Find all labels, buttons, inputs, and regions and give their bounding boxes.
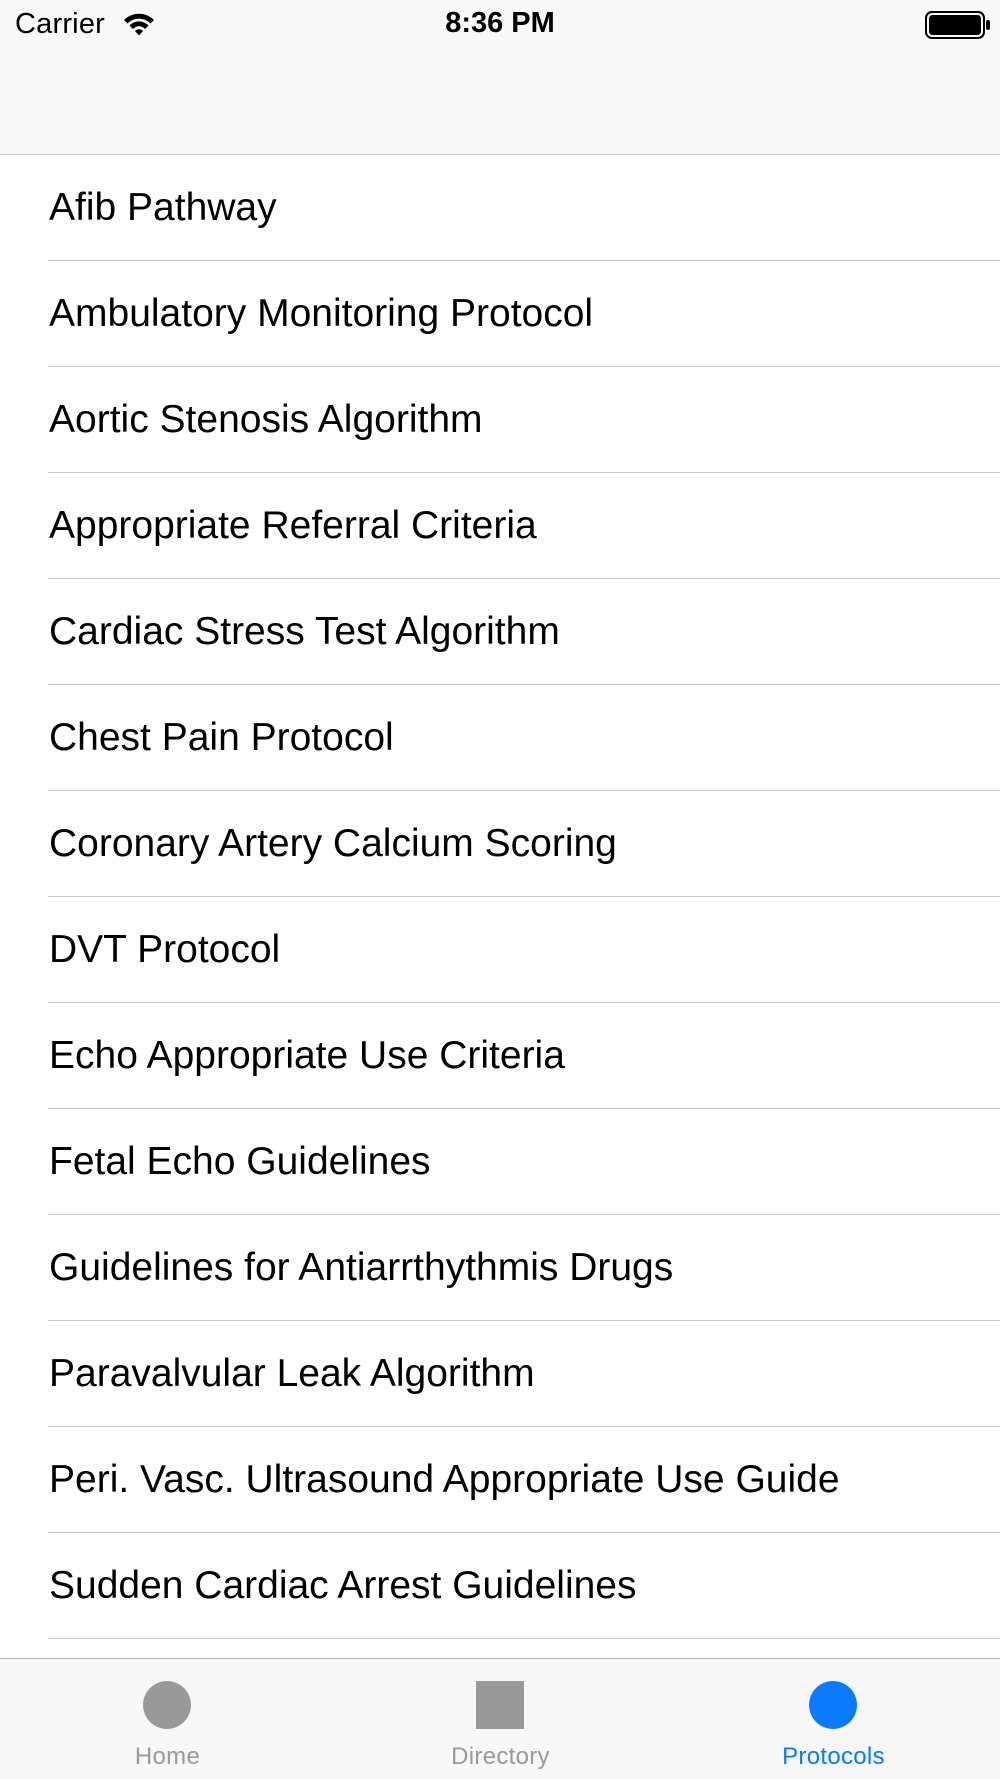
tab-protocols[interactable]: Protocols: [667, 1659, 1000, 1779]
protocol-list: Afib Pathway Ambulatory Monitoring Protoc…: [0, 155, 1000, 1639]
circle-icon: [143, 1681, 191, 1729]
list-item[interactable]: Guidelines for Antiarrthythmis Drugs: [0, 1215, 1000, 1321]
circle-icon: [809, 1681, 857, 1729]
list-item-label: DVT Protocol: [49, 928, 281, 971]
list-item[interactable]: DVT Protocol: [0, 897, 1000, 1003]
list-item-label: Coronary Artery Calcium Scoring: [49, 822, 617, 865]
list-item[interactable]: Afib Pathway: [0, 155, 1000, 261]
list-item-label: Paravalvular Leak Algorithm: [49, 1352, 535, 1395]
battery-icon: [925, 11, 990, 39]
list-item[interactable]: Cardiac Stress Test Algorithm: [0, 579, 1000, 685]
clock: 8:36 PM: [445, 7, 555, 39]
list-item-label: Fetal Echo Guidelines: [49, 1140, 431, 1183]
list-item[interactable]: Appropriate Referral Criteria: [0, 473, 1000, 579]
list-item[interactable]: Ambulatory Monitoring Protocol: [0, 261, 1000, 367]
list-item[interactable]: Chest Pain Protocol: [0, 685, 1000, 791]
list-item[interactable]: Echo Appropriate Use Criteria: [0, 1003, 1000, 1109]
list-item-label: Sudden Cardiac Arrest Guidelines: [49, 1564, 637, 1607]
tab-label: Protocols: [782, 1743, 885, 1770]
tab-bar: Home Directory Protocols: [0, 1658, 1000, 1779]
list-item-label: Guidelines for Antiarrthythmis Drugs: [49, 1246, 674, 1289]
list-item[interactable]: Sudden Cardiac Arrest Guidelines: [0, 1533, 1000, 1639]
list-item-label: Echo Appropriate Use Criteria: [49, 1034, 565, 1077]
list-item-label: Aortic Stenosis Algorithm: [49, 398, 483, 441]
navigation-bar: [0, 50, 1000, 155]
list-item[interactable]: Peri. Vasc. Ultrasound Appropriate Use G…: [0, 1427, 1000, 1533]
list-item-label: Cardiac Stress Test Algorithm: [49, 610, 560, 653]
status-bar: Carrier 8:36 PM: [0, 0, 1000, 50]
list-item[interactable]: Coronary Artery Calcium Scoring: [0, 791, 1000, 897]
list-item[interactable]: Fetal Echo Guidelines: [0, 1109, 1000, 1215]
list-item[interactable]: Paravalvular Leak Algorithm: [0, 1321, 1000, 1427]
list-item-label: Peri. Vasc. Ultrasound Appropriate Use G…: [49, 1458, 840, 1501]
list-item-label: Appropriate Referral Criteria: [49, 504, 537, 547]
tab-label: Directory: [451, 1743, 550, 1770]
row-divider: [48, 1638, 1000, 1639]
tab-directory[interactable]: Directory: [334, 1659, 667, 1779]
list-item-label: Chest Pain Protocol: [49, 716, 394, 759]
list-item-label: Afib Pathway: [49, 186, 277, 229]
list-item-label: Ambulatory Monitoring Protocol: [49, 292, 594, 335]
square-icon: [476, 1681, 524, 1729]
tab-label: Home: [134, 1743, 201, 1770]
list-item[interactable]: Aortic Stenosis Algorithm: [0, 367, 1000, 473]
tab-home[interactable]: Home: [1, 1659, 334, 1779]
